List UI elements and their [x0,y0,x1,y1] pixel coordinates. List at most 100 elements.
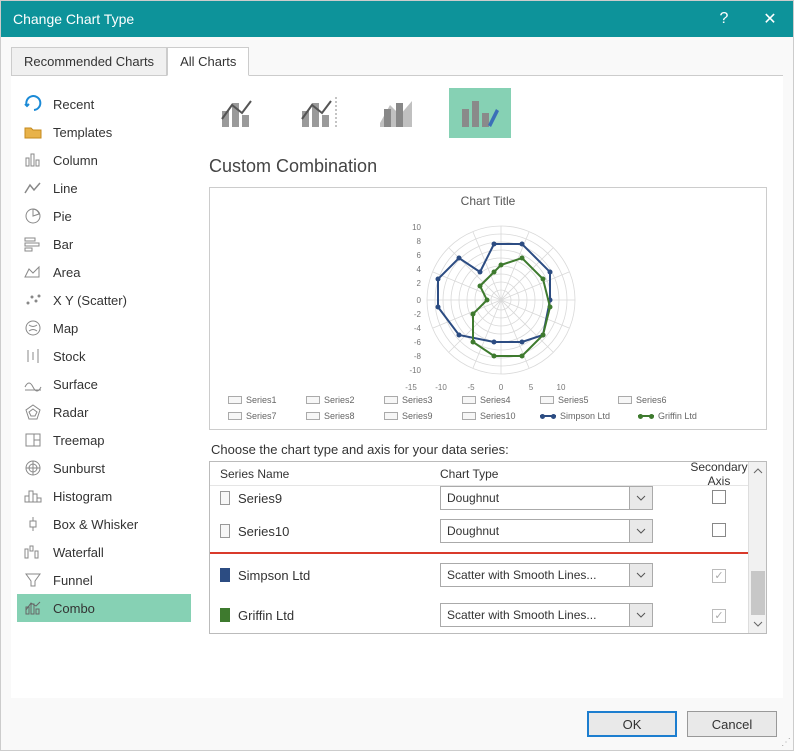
chart-type-dropdown[interactable]: Scatter with Smooth Lines... [440,563,630,587]
legend-series8: Series8 [306,411,366,421]
svg-text:0: 0 [417,296,422,305]
svg-text:5: 5 [529,383,534,392]
label: Funnel [53,573,93,588]
highlighted-rows: Simpson Ltd Scatter with Smooth Lines...… [210,552,748,633]
resize-grip-icon[interactable]: ⋰ [781,737,791,748]
label: Sunburst [53,461,105,476]
sidebar-item-recent[interactable]: Recent [17,90,191,118]
pie-icon [23,206,43,226]
grid-header: Series Name Chart Type Secondary Axis [210,462,748,486]
chevron-down-icon[interactable] [629,519,653,543]
svg-text:2: 2 [417,279,422,288]
secondary-axis-checkbox[interactable] [712,490,726,504]
label: Combo [53,601,95,616]
scrollbar[interactable] [748,462,766,633]
sidebar-item-radar[interactable]: Radar [17,398,191,426]
combo-subtype-2[interactable] [289,88,351,138]
head-name: Series Name [210,467,430,481]
tab-recommended[interactable]: Recommended Charts [11,47,167,75]
radar-icon [23,402,43,422]
svg-text:-4: -4 [414,324,422,333]
chart-preview: Chart Title [209,187,767,430]
sidebar-item-map[interactable]: Map [17,314,191,342]
ok-button[interactable]: OK [587,711,677,737]
tab-strip: Recommended Charts All Charts [11,47,783,76]
secondary-axis-checkbox[interactable] [712,569,726,583]
folder-icon [23,122,43,142]
sidebar-item-scatter[interactable]: X Y (Scatter) [17,286,191,314]
tab-all-charts[interactable]: All Charts [167,47,249,76]
label: Recent [53,97,94,112]
sidebar-item-line[interactable]: Line [17,174,191,202]
sidebar-item-stock[interactable]: Stock [17,342,191,370]
label: Column [53,153,98,168]
series-name: Series10 [238,524,289,539]
sidebar-item-pie[interactable]: Pie [17,202,191,230]
label: Surface [53,377,98,392]
head-type: Chart Type [430,467,690,481]
surface-icon [23,374,43,394]
series-name: Simpson Ltd [238,568,310,583]
sidebar-item-histogram[interactable]: Histogram [17,482,191,510]
scroll-up-icon[interactable] [751,464,765,478]
svg-text:-2: -2 [414,310,422,319]
svg-text:10: 10 [557,383,566,392]
sidebar-item-combo[interactable]: Combo [17,594,191,622]
close-button[interactable]: ✕ [747,1,793,37]
label: Box & Whisker [53,517,138,532]
chevron-down-icon[interactable] [629,603,653,627]
secondary-axis-checkbox[interactable] [712,609,726,623]
combo-subtype-custom[interactable] [449,88,511,138]
sidebar-item-bar[interactable]: Bar [17,230,191,258]
label: Waterfall [53,545,104,560]
scroll-down-icon[interactable] [751,617,765,631]
cancel-button[interactable]: Cancel [687,711,777,737]
titlebar: Change Chart Type ? ✕ [1,1,793,37]
combo-subtype-1[interactable] [209,88,271,138]
box-whisker-icon [23,514,43,534]
treemap-icon [23,430,43,450]
svg-text:8: 8 [417,237,422,246]
help-button[interactable]: ? [701,1,747,37]
grid-instruction: Choose the chart type and axis for your … [211,442,767,457]
sidebar-item-waterfall[interactable]: Waterfall [17,538,191,566]
combo-icon [23,598,43,618]
combo-subtype-3[interactable] [369,88,431,138]
legend-series7: Series7 [228,411,288,421]
dialog-footer: OK Cancel ⋰ [1,698,793,750]
table-row-series10: Series10 Doughnut [210,510,748,552]
sidebar-item-funnel[interactable]: Funnel [17,566,191,594]
svg-text:-5: -5 [467,383,475,392]
table-row-series9: Series9 Doughnut [210,486,748,510]
chevron-down-icon[interactable] [629,563,653,587]
sidebar-item-box-whisker[interactable]: Box & Whisker [17,510,191,538]
combo-subtype-row [209,88,767,138]
legend-series10: Series10 [462,411,522,421]
chart-type-dropdown[interactable]: Doughnut [440,519,630,543]
legend-griffin: Griffin Ltd [638,411,718,421]
chart-type-dropdown[interactable]: Doughnut [440,486,630,510]
secondary-axis-checkbox[interactable] [712,523,726,537]
sidebar-item-column[interactable]: Column [17,146,191,174]
sidebar-item-templates[interactable]: Templates [17,118,191,146]
recent-icon [23,94,43,114]
svg-text:10: 10 [412,223,421,232]
radar-chart: 1086 420 -2-4-6 -8-10 -15-10-5 0510 [333,212,643,387]
chart-type-dropdown[interactable]: Scatter with Smooth Lines... [440,603,630,627]
legend: Series1 Series2 Series3 Series4 Series5 … [220,395,756,421]
legend-series6: Series6 [618,395,678,405]
sidebar-item-treemap[interactable]: Treemap [17,426,191,454]
legend-series1: Series1 [228,395,288,405]
table-row-griffin: Griffin Ltd Scatter with Smooth Lines... [210,596,748,633]
scatter-icon [23,290,43,310]
label: Line [53,181,78,196]
line-icon [23,178,43,198]
sidebar-item-sunburst[interactable]: Sunburst [17,454,191,482]
sidebar-item-area[interactable]: Area [17,258,191,286]
chevron-down-icon[interactable] [629,486,653,510]
scroll-thumb[interactable] [751,571,765,615]
bar-icon [23,234,43,254]
label: Area [53,265,80,280]
sidebar-item-surface[interactable]: Surface [17,370,191,398]
label: Bar [53,237,73,252]
